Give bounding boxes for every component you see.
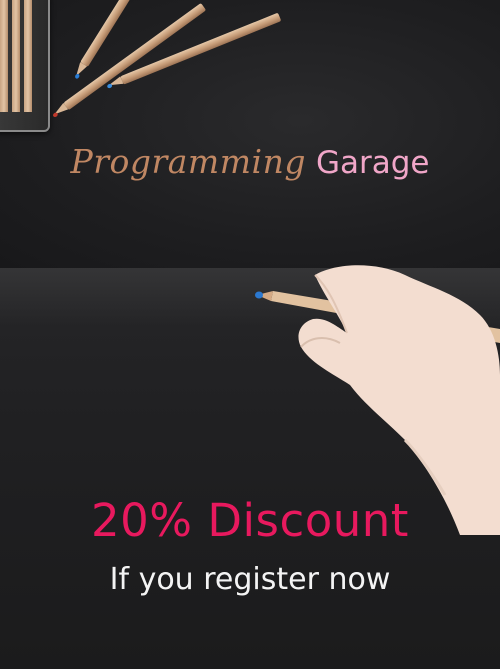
- discount-headline: 20% Discount: [91, 494, 409, 547]
- hand-with-pencil-icon: [255, 265, 500, 535]
- pencil-tray-icon: [0, 0, 50, 132]
- brand-logo: Programming Garage: [0, 142, 500, 181]
- promo-poster: Programming Garage 20% Discount If you re…: [0, 0, 500, 669]
- register-subline: If you register now: [109, 562, 391, 597]
- pencils-header-image: Programming Garage: [0, 0, 500, 268]
- brand-secondary-text: Garage: [315, 145, 430, 181]
- brand-primary-text: Programming: [70, 142, 306, 181]
